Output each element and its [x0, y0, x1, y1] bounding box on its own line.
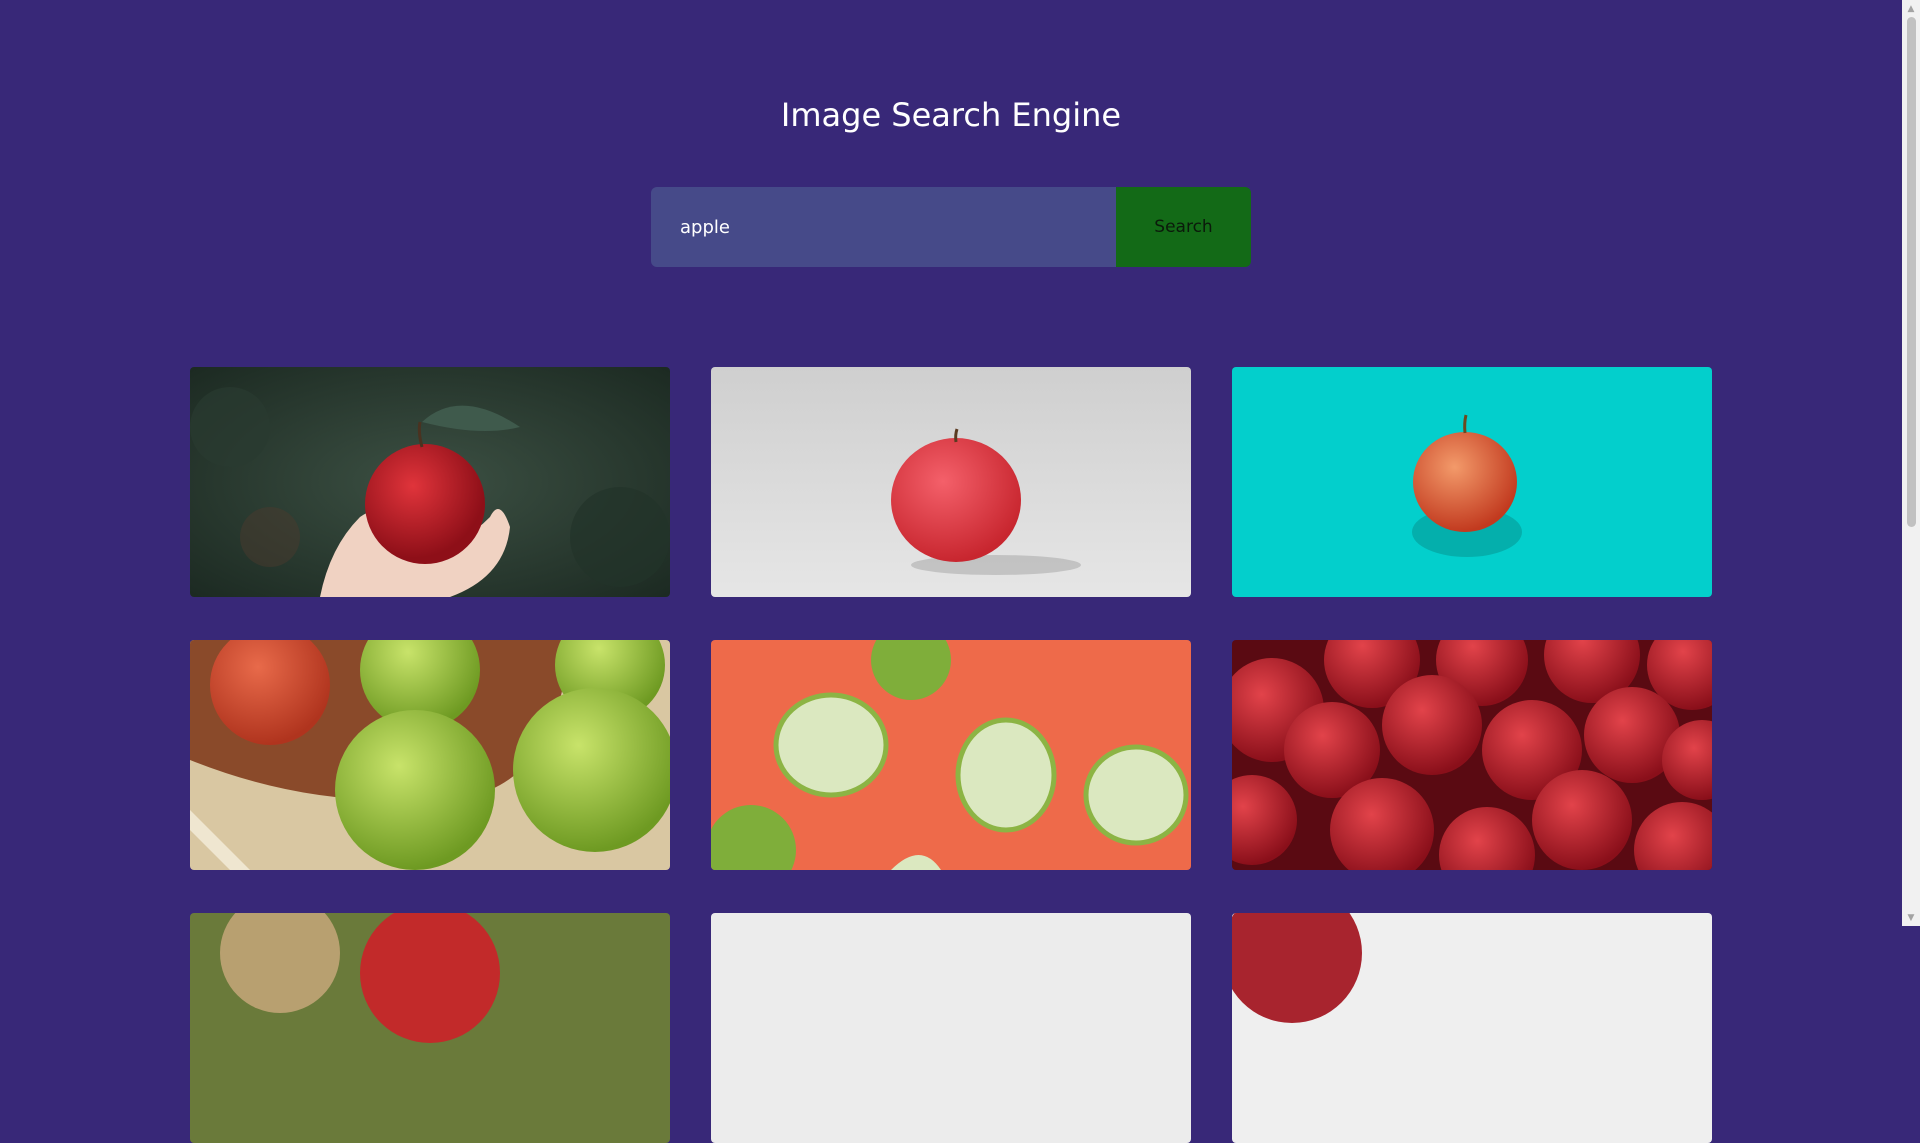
results-grid: [190, 367, 1712, 1143]
result-image-partial: [1232, 913, 1712, 1143]
green-apples-bowl-image: [190, 640, 670, 870]
result-image[interactable]: [190, 640, 670, 870]
scroll-up-arrow-icon[interactable]: ▲: [1902, 0, 1920, 17]
apple-on-grey-image: [711, 367, 1191, 597]
result-image[interactable]: [711, 640, 1191, 870]
vertical-scrollbar[interactable]: ▲ ▼: [1902, 0, 1920, 926]
sliced-apples-orange-image: [711, 640, 1191, 870]
search-form: Search: [651, 187, 1251, 267]
apple-in-hand-image: [190, 367, 670, 597]
red-apples-pile-image: [1232, 640, 1712, 870]
scroll-thumb[interactable]: [1907, 17, 1916, 527]
result-image[interactable]: [1232, 367, 1712, 597]
search-button[interactable]: Search: [1116, 187, 1251, 267]
page-title: Image Search Engine: [780, 96, 1122, 134]
result-image-partial: [190, 913, 670, 1143]
result-image[interactable]: [190, 367, 670, 597]
page: Image Search Engine Search: [0, 0, 1902, 1143]
result-image-partial: [711, 913, 1191, 1143]
result-image[interactable]: [1232, 640, 1712, 870]
apple-on-turquoise-image: [1232, 367, 1712, 597]
search-input[interactable]: [651, 187, 1116, 267]
result-image[interactable]: [1232, 913, 1712, 1143]
scroll-down-arrow-icon[interactable]: ▼: [1902, 909, 1920, 926]
result-image[interactable]: [711, 367, 1191, 597]
result-image[interactable]: [711, 913, 1191, 1143]
result-image[interactable]: [190, 913, 670, 1143]
